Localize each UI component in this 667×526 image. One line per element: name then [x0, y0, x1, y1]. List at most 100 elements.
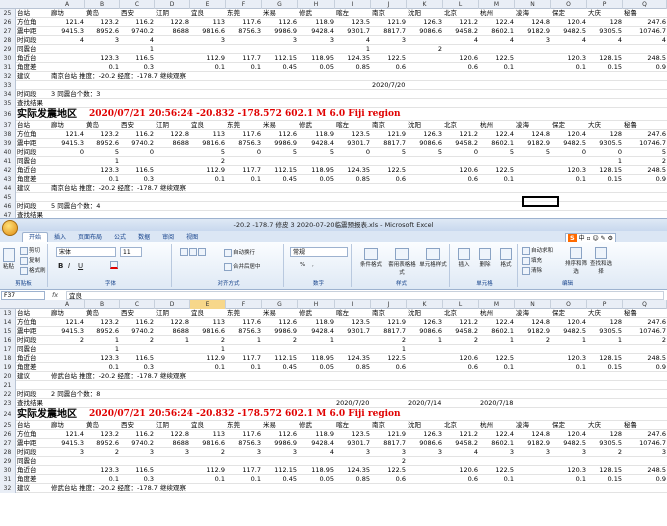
cell[interactable]: 喀左: [335, 309, 371, 318]
row-number[interactable]: 19: [0, 363, 16, 372]
cell[interactable]: 1: [298, 336, 335, 345]
cell[interactable]: 0.45: [262, 175, 298, 184]
cell[interactable]: 江阴: [155, 9, 190, 18]
column-header-E[interactable]: E: [190, 0, 226, 9]
cell[interactable]: 9986.9: [262, 327, 298, 336]
actual-quake-label[interactable]: 实际发震地区: [16, 408, 78, 421]
cell[interactable]: 5: [262, 148, 298, 157]
cell[interactable]: 大庆: [587, 421, 623, 430]
cell[interactable]: 117.7: [226, 466, 262, 475]
column-header-C[interactable]: C: [120, 300, 155, 309]
cell[interactable]: 9482.5: [551, 139, 587, 148]
cell[interactable]: 0.9: [623, 475, 667, 484]
cell[interactable]: 9458.2: [443, 139, 479, 148]
cell[interactable]: 123.2: [85, 318, 120, 327]
cell[interactable]: 128: [587, 430, 623, 439]
row-number[interactable]: 42: [0, 166, 16, 175]
cell[interactable]: 凌海: [515, 9, 551, 18]
cell[interactable]: 台站: [16, 309, 50, 318]
cell[interactable]: 米易: [262, 121, 298, 130]
cell[interactable]: 0.6: [371, 63, 407, 72]
column-header-G[interactable]: G: [262, 0, 298, 9]
cell[interactable]: 0: [335, 148, 371, 157]
sheet-row[interactable]: 30 角近台 123.3 116.5 112.9 117.7 112.15 118.95 124…: [0, 54, 667, 63]
cell[interactable]: 0.1: [479, 63, 515, 72]
cell[interactable]: 1: [587, 336, 623, 345]
cell[interactable]: 9740.2: [120, 139, 155, 148]
row-number[interactable]: 27: [0, 27, 16, 36]
sort-filter-button[interactable]: 排序和筛选: [564, 247, 588, 275]
cell[interactable]: 2: [190, 448, 226, 457]
clear-button[interactable]: 清除: [522, 266, 542, 275]
cell[interactable]: 修武: [298, 121, 335, 130]
cell[interactable]: 8602.1: [479, 439, 515, 448]
cell[interactable]: 0.1: [190, 363, 226, 372]
cell[interactable]: 9182.9: [515, 327, 551, 336]
column-header-Q[interactable]: Q: [623, 300, 667, 309]
cell[interactable]: 4: [479, 36, 515, 45]
cell[interactable]: 0: [587, 148, 623, 157]
cell[interactable]: 2: [85, 448, 120, 457]
cell[interactable]: 0.1: [226, 363, 262, 372]
row-number[interactable]: 33: [0, 81, 16, 90]
cell[interactable]: 0.6: [371, 175, 407, 184]
cell[interactable]: 同震台: [16, 157, 50, 166]
cell[interactable]: 黄岛: [85, 9, 120, 18]
cell[interactable]: 9182.9: [515, 139, 551, 148]
column-header-F[interactable]: F: [226, 0, 262, 9]
cell[interactable]: 修武台站 推度：-20.2 经度：-178.7 继续观察: [50, 484, 186, 493]
cell[interactable]: 0.1: [226, 175, 262, 184]
row-number[interactable]: 46: [0, 202, 16, 211]
cell[interactable]: 0.3: [120, 363, 155, 372]
cell[interactable]: 8756.3: [226, 27, 262, 36]
cell[interactable]: 0.1: [479, 475, 515, 484]
sheet-row[interactable]: 13 台站 廊坊 黄岛 西安 江阴 宜良 东莞 米易 修武 喀左 南京 沈阳 北京 杭州 凌海 保定 大庆 秘鲁: [0, 309, 667, 318]
cell[interactable]: 122.5: [479, 166, 515, 175]
column-header-H[interactable]: H: [298, 300, 335, 309]
cell[interactable]: 247.6: [623, 18, 667, 27]
row-number[interactable]: 13: [0, 309, 16, 318]
cell[interactable]: 米易: [262, 9, 298, 18]
row-number[interactable]: 30: [0, 466, 16, 475]
cell[interactable]: 江阴: [155, 121, 190, 130]
cell[interactable]: 122.5: [371, 54, 407, 63]
cell[interactable]: 5: [371, 148, 407, 157]
row-number[interactable]: 18: [0, 354, 16, 363]
cell[interactable]: 8952.6: [85, 27, 120, 36]
cell[interactable]: 117.6: [226, 18, 262, 27]
cell-styles-button[interactable]: 单元格样式: [418, 248, 448, 268]
cell[interactable]: 8817.7: [371, 27, 407, 36]
cell[interactable]: 9086.6: [407, 139, 443, 148]
formula-input[interactable]: 宜良: [66, 291, 664, 300]
cell[interactable]: 120.3: [551, 354, 587, 363]
cell[interactable]: 9740.2: [120, 439, 155, 448]
row-number[interactable]: 25: [0, 421, 16, 430]
cell[interactable]: 2020/7/18: [479, 399, 515, 408]
cell[interactable]: 121.9: [371, 318, 407, 327]
cell[interactable]: 2: [190, 336, 226, 345]
cell[interactable]: 9301.7: [335, 27, 371, 36]
cell[interactable]: 126.3: [407, 430, 443, 439]
cell[interactable]: 秘鲁: [623, 309, 667, 318]
cell[interactable]: 黄岛: [85, 121, 120, 130]
cell[interactable]: 4: [623, 36, 667, 45]
cell[interactable]: 廊坊: [50, 309, 85, 318]
cell[interactable]: 122.5: [371, 166, 407, 175]
cell[interactable]: 0.1: [226, 475, 262, 484]
cell[interactable]: 南京: [371, 9, 407, 18]
cell[interactable]: 123.5: [335, 318, 371, 327]
cell[interactable]: 118.9: [298, 430, 335, 439]
cell[interactable]: 123.3: [85, 54, 120, 63]
cell[interactable]: 建议: [16, 484, 50, 493]
cell[interactable]: 112.6: [262, 318, 298, 327]
cell[interactable]: 8756.3: [226, 439, 262, 448]
cell[interactable]: 震中距: [16, 139, 50, 148]
cell[interactable]: 北京: [443, 421, 479, 430]
cell[interactable]: 9986.9: [262, 439, 298, 448]
cell[interactable]: 2: [407, 45, 443, 54]
cell[interactable]: 2 同震台个数：8: [50, 390, 100, 399]
cell[interactable]: 120.4: [551, 318, 587, 327]
cell[interactable]: 8952.6: [85, 439, 120, 448]
cell[interactable]: 113: [190, 18, 226, 27]
cell[interactable]: 时间段: [16, 148, 50, 157]
